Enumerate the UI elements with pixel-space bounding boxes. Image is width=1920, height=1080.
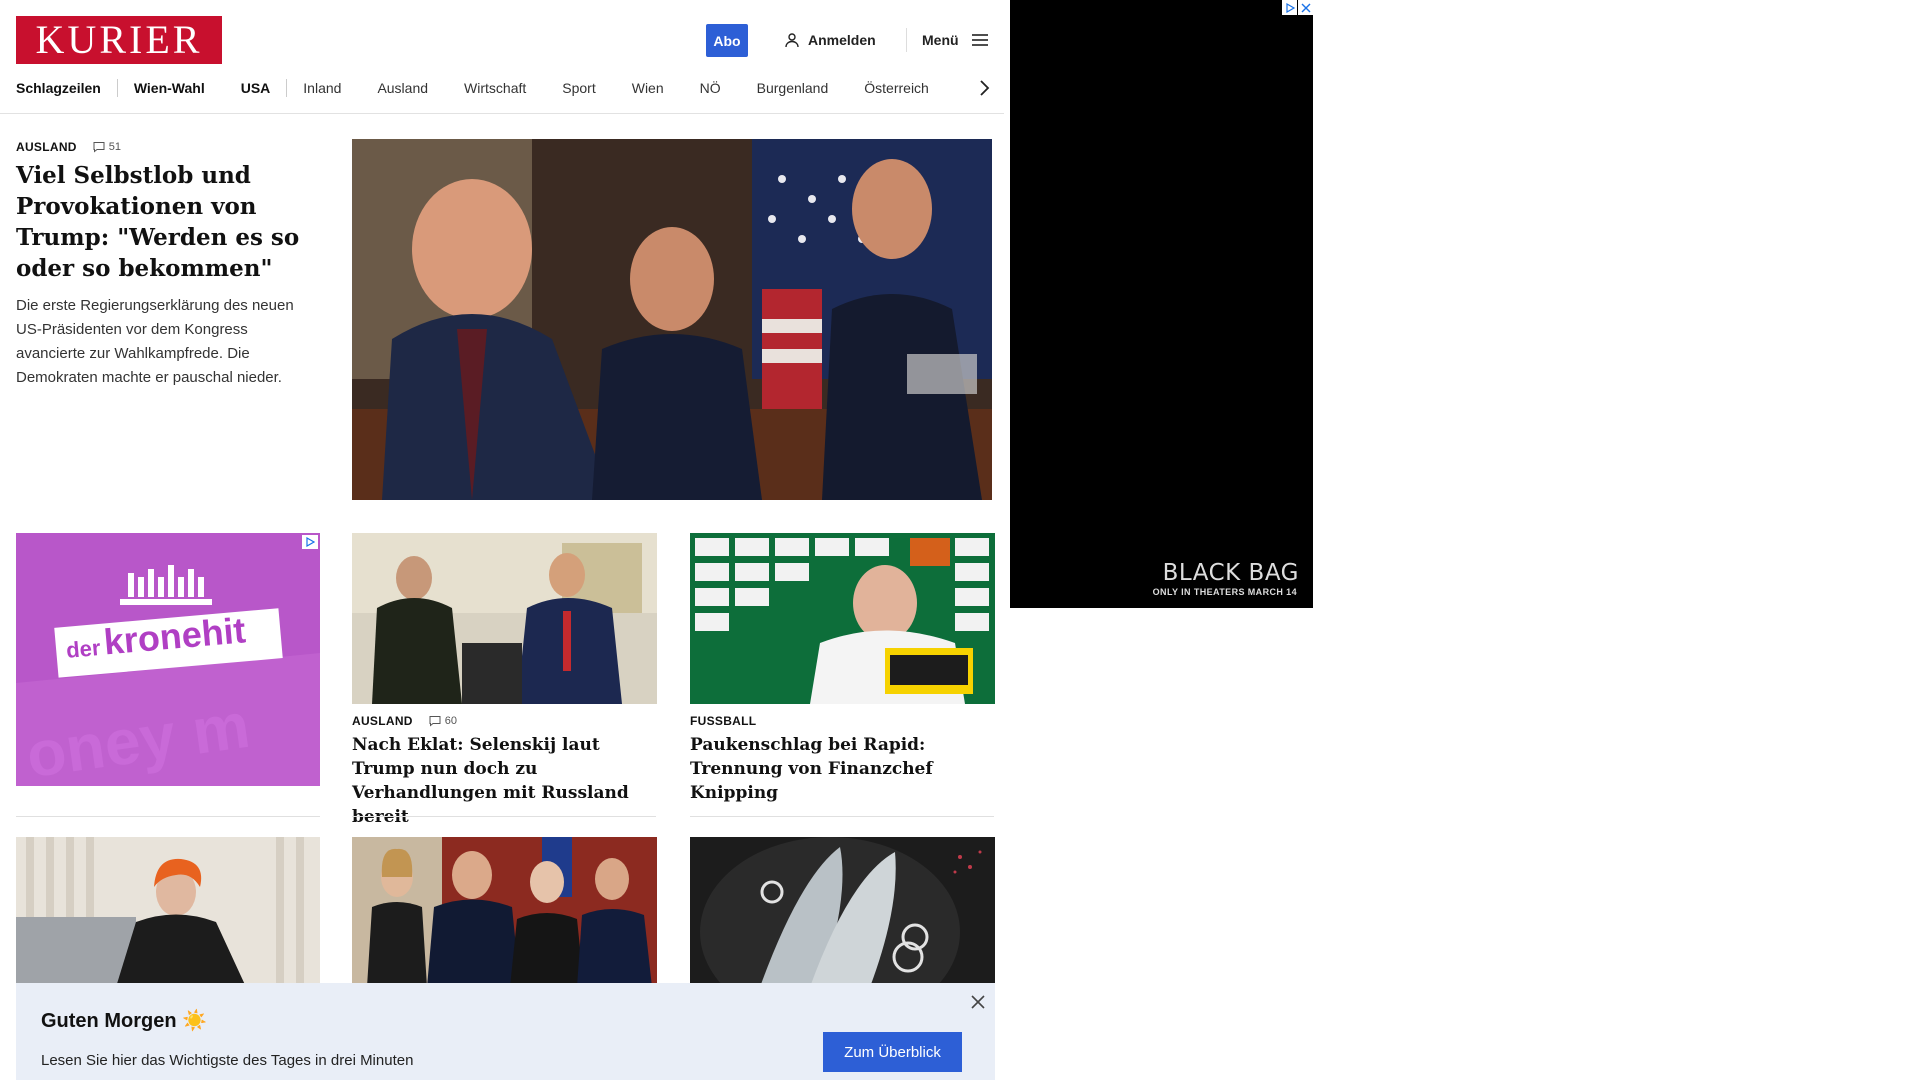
black-bag-ad[interactable]: BLACK BAG ONLY IN THEATERS MARCH 14 (1010, 0, 1313, 608)
logo-text: KURIER (35, 17, 203, 62)
overview-button[interactable]: Zum Überblick (823, 1032, 962, 1072)
lead-section-label[interactable]: AUSLAND (16, 140, 77, 154)
lead-meta: AUSLAND 51 (16, 140, 121, 154)
card-image-government[interactable] (352, 837, 657, 987)
login-label: Anmelden (808, 32, 876, 48)
comment-icon (93, 142, 105, 153)
main-column: KURIER Abo Anmelden Menü Schlagzeilen Wi… (0, 0, 1004, 1080)
nav-divider-line (0, 113, 1004, 114)
card-image-fish[interactable] (690, 837, 995, 987)
card-meta-rapid: FUSSBALL (690, 714, 756, 728)
nav-item-usa[interactable]: USA (241, 80, 271, 96)
user-icon (785, 33, 799, 48)
nav-item-oesterreich[interactable]: Österreich (864, 80, 929, 96)
banner-text: Lesen Sie hier das Wichtigste des Tages … (41, 1052, 414, 1069)
section-nav: Schlagzeilen Wien-Wahl USA Inland Auslan… (16, 78, 990, 98)
menu-button[interactable]: Menü (922, 30, 989, 50)
card-section-label[interactable]: AUSLAND (352, 714, 413, 728)
card-image-rapid[interactable] (690, 533, 995, 704)
card-section-label[interactable]: FUSSBALL (690, 714, 756, 728)
kronehit-brand-prefix: der (65, 634, 102, 663)
row-divider (690, 816, 994, 817)
nav-divider (116, 79, 118, 97)
row-divider (352, 816, 656, 817)
ad-close-icon[interactable] (1298, 0, 1313, 15)
kurier-logo[interactable]: KURIER (16, 16, 222, 64)
nav-item-burgenland[interactable]: Burgenland (757, 80, 829, 96)
comment-icon (429, 716, 441, 727)
ad-choices-icon[interactable] (302, 535, 318, 549)
row-divider (16, 816, 320, 817)
login-button[interactable]: Anmelden (784, 30, 876, 50)
nav-divider (286, 79, 288, 97)
abo-button[interactable]: Abo (706, 24, 748, 57)
nav-item-inland[interactable]: Inland (303, 80, 341, 96)
nav-item-noe[interactable]: NÖ (700, 80, 721, 96)
nav-item-wien[interactable]: Wien (632, 80, 664, 96)
card-image-selenskij[interactable] (352, 533, 657, 704)
lead-image[interactable] (352, 139, 992, 500)
ad-choices-icon[interactable] (1282, 0, 1297, 15)
card-image-woman[interactable] (16, 837, 320, 987)
ad-controls (1282, 0, 1313, 15)
card-comments[interactable]: 60 (429, 715, 457, 727)
hamburger-icon (971, 34, 988, 46)
chevron-right-icon[interactable] (974, 78, 994, 98)
close-icon[interactable] (969, 993, 987, 1011)
nav-item-wirtschaft[interactable]: Wirtschaft (464, 80, 526, 96)
card-headline-selenskij[interactable]: Nach Eklat: Selenskij laut Trump nun doc… (352, 733, 656, 829)
card-comment-count: 60 (444, 715, 458, 727)
nav-item-wien-wahl[interactable]: Wien-Wahl (134, 80, 205, 96)
card-meta-selenskij: AUSLAND 60 (352, 714, 457, 728)
header-divider (906, 28, 907, 52)
morning-briefing-banner: Guten Morgen ☀️ Lesen Sie hier das Wicht… (16, 983, 995, 1080)
lead-comment-count: 51 (108, 141, 122, 153)
kronehit-ad[interactable]: der kronehit oney m (16, 533, 320, 786)
nav-item-sport[interactable]: Sport (562, 80, 595, 96)
nav-item-ausland[interactable]: Ausland (377, 80, 428, 96)
ad-tagline: ONLY IN THEATERS MARCH 14 (1152, 587, 1297, 597)
nav-item-schlagzeilen[interactable]: Schlagzeilen (16, 80, 101, 96)
banner-title: Guten Morgen ☀️ (41, 1010, 208, 1032)
ad-brand: BLACK BAG (1162, 560, 1299, 586)
lead-teaser[interactable]: Die erste Regierungserklärung des neuen … (16, 294, 318, 390)
lead-headline[interactable]: Viel Selbstlob und Provokationen von Tru… (16, 160, 316, 284)
card-headline-rapid[interactable]: Paukenschlag bei Rapid: Trennung von Fin… (690, 733, 994, 805)
menu-label: Menü (922, 32, 959, 48)
lead-comments[interactable]: 51 (93, 141, 121, 153)
